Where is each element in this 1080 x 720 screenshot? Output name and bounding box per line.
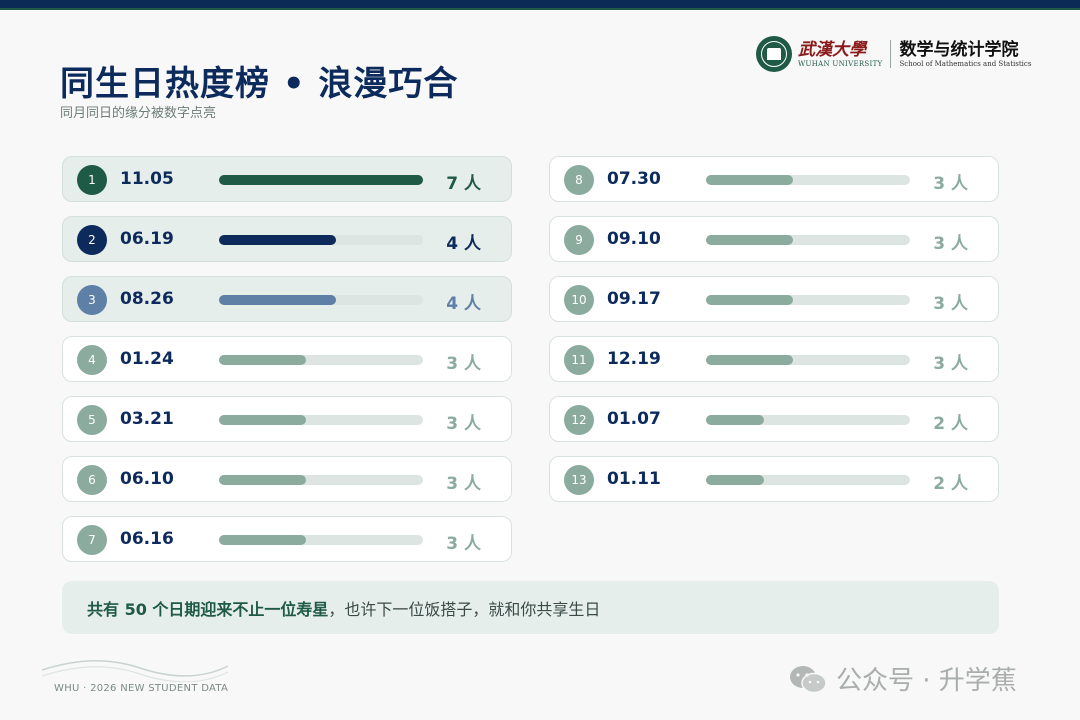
count-label: 3 人 (933, 234, 968, 254)
school-name-cn: 数学与统计学院 (899, 40, 1019, 60)
bar-fill (706, 235, 793, 245)
birthday-date: 09.10 (607, 229, 661, 249)
bar-track (706, 175, 910, 185)
bar-track (706, 235, 910, 245)
rank-badge: 1 (77, 165, 107, 195)
bar-fill (219, 175, 423, 185)
count-label: 3 人 (446, 534, 481, 554)
rank-badge: 5 (77, 405, 107, 435)
bar-track (706, 295, 910, 305)
bar-track (219, 355, 423, 365)
summary-highlight: 共有 50 个日期迎来不止一位寿星 (87, 599, 329, 619)
watermark: 公众号 · 升学蕉 (788, 660, 1017, 697)
count-label: 3 人 (446, 474, 481, 494)
birthday-date: 12.19 (607, 349, 661, 369)
rank-badge: 13 (564, 465, 594, 495)
wechat-icon (790, 665, 827, 693)
bar-track (219, 535, 423, 545)
bar-fill (706, 295, 793, 305)
rank-badge: 6 (77, 465, 107, 495)
footer-text: WHU · 2026 NEW STUDENT DATA (54, 683, 229, 694)
count-label: 4 人 (446, 234, 481, 254)
bar-fill (219, 415, 306, 425)
birthday-date: 01.11 (607, 469, 661, 489)
bar-fill (219, 535, 306, 545)
birthday-date: 08.26 (120, 289, 174, 309)
rank-badge: 7 (77, 525, 107, 555)
count-label: 2 人 (933, 474, 968, 494)
count-label: 3 人 (933, 174, 968, 194)
rank-badge: 8 (564, 165, 594, 195)
birthday-date: 06.19 (120, 229, 174, 249)
count-label: 3 人 (446, 354, 481, 374)
university-name-en: WUHAN UNIVERSITY (798, 60, 883, 68)
birthday-date: 06.16 (120, 529, 174, 549)
bar-track (219, 475, 423, 485)
rank-badge: 3 (77, 285, 107, 315)
count-label: 3 人 (933, 354, 968, 374)
top-accent-bar (0, 0, 1080, 8)
bar-track (706, 355, 910, 365)
bar-track (219, 295, 423, 305)
bar-fill (219, 235, 336, 245)
ranking-row: 7 06.16 3 人 (62, 516, 512, 562)
bar-fill (219, 295, 336, 305)
bar-fill (706, 175, 793, 185)
ranking-row: 9 09.10 3 人 (549, 216, 999, 262)
university-name-cn: 武漢大學 (798, 40, 866, 60)
rank-badge: 2 (77, 225, 107, 255)
ranking-row: 3 08.26 4 人 (62, 276, 512, 322)
university-logo: 武漢大學 WUHAN UNIVERSITY 数学与统计学院 School of … (756, 34, 1031, 74)
birthday-date: 09.17 (607, 289, 661, 309)
top-accent-line (0, 8, 1080, 10)
university-seal-icon (756, 36, 792, 72)
school-name-en: School of Mathematics and Statistics (899, 60, 1032, 68)
ranking-row: 1 11.05 7 人 (62, 156, 512, 202)
count-label: 3 人 (446, 414, 481, 434)
bar-track (219, 175, 423, 185)
count-label: 2 人 (933, 414, 968, 434)
rank-badge: 9 (564, 225, 594, 255)
birthday-date: 03.21 (120, 409, 174, 429)
ranking-row: 10 09.17 3 人 (549, 276, 999, 322)
ranking-row: 2 06.19 4 人 (62, 216, 512, 262)
page-title: 同生日热度榜 • 浪漫巧合 (60, 64, 459, 104)
ranking-row: 13 01.11 2 人 (549, 456, 999, 502)
bar-track (706, 475, 910, 485)
bar-fill (219, 355, 306, 365)
rank-badge: 4 (77, 345, 107, 375)
bar-track (219, 235, 423, 245)
ranking-row: 12 01.07 2 人 (549, 396, 999, 442)
summary-text: ，也许下一位饭搭子，就和你共享生日 (328, 599, 601, 619)
ranking-row: 5 03.21 3 人 (62, 396, 512, 442)
ranking-row: 11 12.19 3 人 (549, 336, 999, 382)
count-label: 7 人 (446, 174, 481, 194)
rank-badge: 10 (564, 285, 594, 315)
bar-fill (706, 415, 764, 425)
logo-divider (890, 40, 892, 68)
university-name: 武漢大學 WUHAN UNIVERSITY (798, 40, 882, 68)
birthday-date: 06.10 (120, 469, 174, 489)
birthday-date: 01.24 (120, 349, 174, 369)
bar-fill (706, 355, 793, 365)
bar-track (706, 415, 910, 425)
birthday-date: 11.05 (120, 169, 174, 189)
bar-fill (219, 475, 306, 485)
page-subtitle: 同月同日的缘分被数字点亮 (60, 106, 217, 121)
ranking-row: 6 06.10 3 人 (62, 456, 512, 502)
rank-badge: 12 (564, 405, 594, 435)
birthday-date: 01.07 (607, 409, 661, 429)
bar-track (219, 415, 423, 425)
watermark-text: 公众号 · 升学蕉 (836, 666, 1017, 696)
rank-badge: 11 (564, 345, 594, 375)
birthday-date: 07.30 (607, 169, 661, 189)
count-label: 3 人 (933, 294, 968, 314)
count-label: 4 人 (446, 294, 481, 314)
bar-fill (706, 475, 764, 485)
school-name: 数学与统计学院 School of Mathematics and Statis… (899, 40, 1031, 68)
ranking-row: 8 07.30 3 人 (549, 156, 999, 202)
decorative-wave-icon (41, 659, 229, 682)
ranking-row: 4 01.24 3 人 (62, 336, 512, 382)
summary-note: 共有 50 个日期迎来不止一位寿星 ，也许下一位饭搭子，就和你共享生日 (62, 581, 999, 634)
